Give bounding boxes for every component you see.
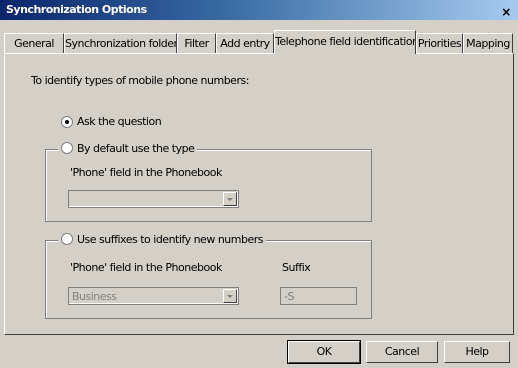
- tab-telephone-field-identification[interactable]: Telephone field identification: [274, 30, 416, 54]
- tab-label: Priorities: [417, 37, 462, 50]
- chevron-down-icon[interactable]: [223, 192, 237, 206]
- tab-general[interactable]: General: [4, 33, 64, 53]
- tab-filter[interactable]: Filter: [177, 33, 216, 53]
- tab-label: Telephone field identification: [275, 35, 416, 48]
- tab-add-entry[interactable]: Add entry: [216, 33, 274, 53]
- suffix-phone-field-combo-value: Business: [72, 290, 117, 303]
- intro-text: To identify types of mobile phone number…: [31, 74, 249, 87]
- tab-synchronization-folder[interactable]: Synchronization folder: [64, 33, 177, 53]
- help-button[interactable]: Help: [444, 341, 510, 363]
- suffixes-radio[interactable]: [61, 233, 73, 245]
- suffix-phone-field-combo[interactable]: Business: [68, 287, 239, 305]
- close-button[interactable]: ×: [499, 5, 513, 19]
- tab-label: Mapping: [466, 37, 510, 50]
- default-phone-field-label: 'Phone' field in the Phonebook: [70, 166, 222, 179]
- chevron-down-icon[interactable]: [223, 289, 237, 303]
- ask-question-radio[interactable]: [61, 116, 73, 128]
- suffix-input[interactable]: -S: [280, 287, 357, 305]
- suffixes-legend: Use suffixes to identify new numbers: [58, 233, 266, 246]
- cancel-button[interactable]: Cancel: [366, 341, 438, 363]
- default-type-combo[interactable]: [68, 190, 239, 208]
- tab-label: Filter: [184, 37, 209, 50]
- window-title: Synchronization Options: [6, 3, 147, 16]
- ok-button[interactable]: OK: [287, 340, 361, 364]
- suffix-column-label: Suffix: [282, 261, 311, 274]
- tab-panel: To identify types of mobile phone number…: [4, 53, 514, 335]
- ask-question-label: Ask the question: [77, 115, 162, 128]
- suffixes-group: Use suffixes to identify new numbers 'Ph…: [45, 233, 372, 319]
- default-type-group: By default use the type 'Phone' field in…: [45, 142, 372, 222]
- tab-label: Add entry: [220, 37, 270, 50]
- tab-label: Synchronization folder: [65, 37, 177, 50]
- tab-label: General: [14, 37, 54, 50]
- default-type-legend: By default use the type: [58, 142, 198, 155]
- title-bar: Synchronization Options ×: [0, 0, 518, 20]
- suffixes-label: Use suffixes to identify new numbers: [77, 233, 263, 246]
- default-type-label: By default use the type: [77, 142, 195, 155]
- tab-priorities[interactable]: Priorities: [416, 33, 463, 53]
- suffix-phone-field-label: 'Phone' field in the Phonebook: [70, 261, 222, 274]
- tab-strip: General Synchronization folder Filter Ad…: [4, 30, 514, 54]
- tab-mapping[interactable]: Mapping: [463, 33, 513, 53]
- suffix-input-value: -S: [284, 290, 294, 303]
- default-type-radio[interactable]: [61, 142, 73, 154]
